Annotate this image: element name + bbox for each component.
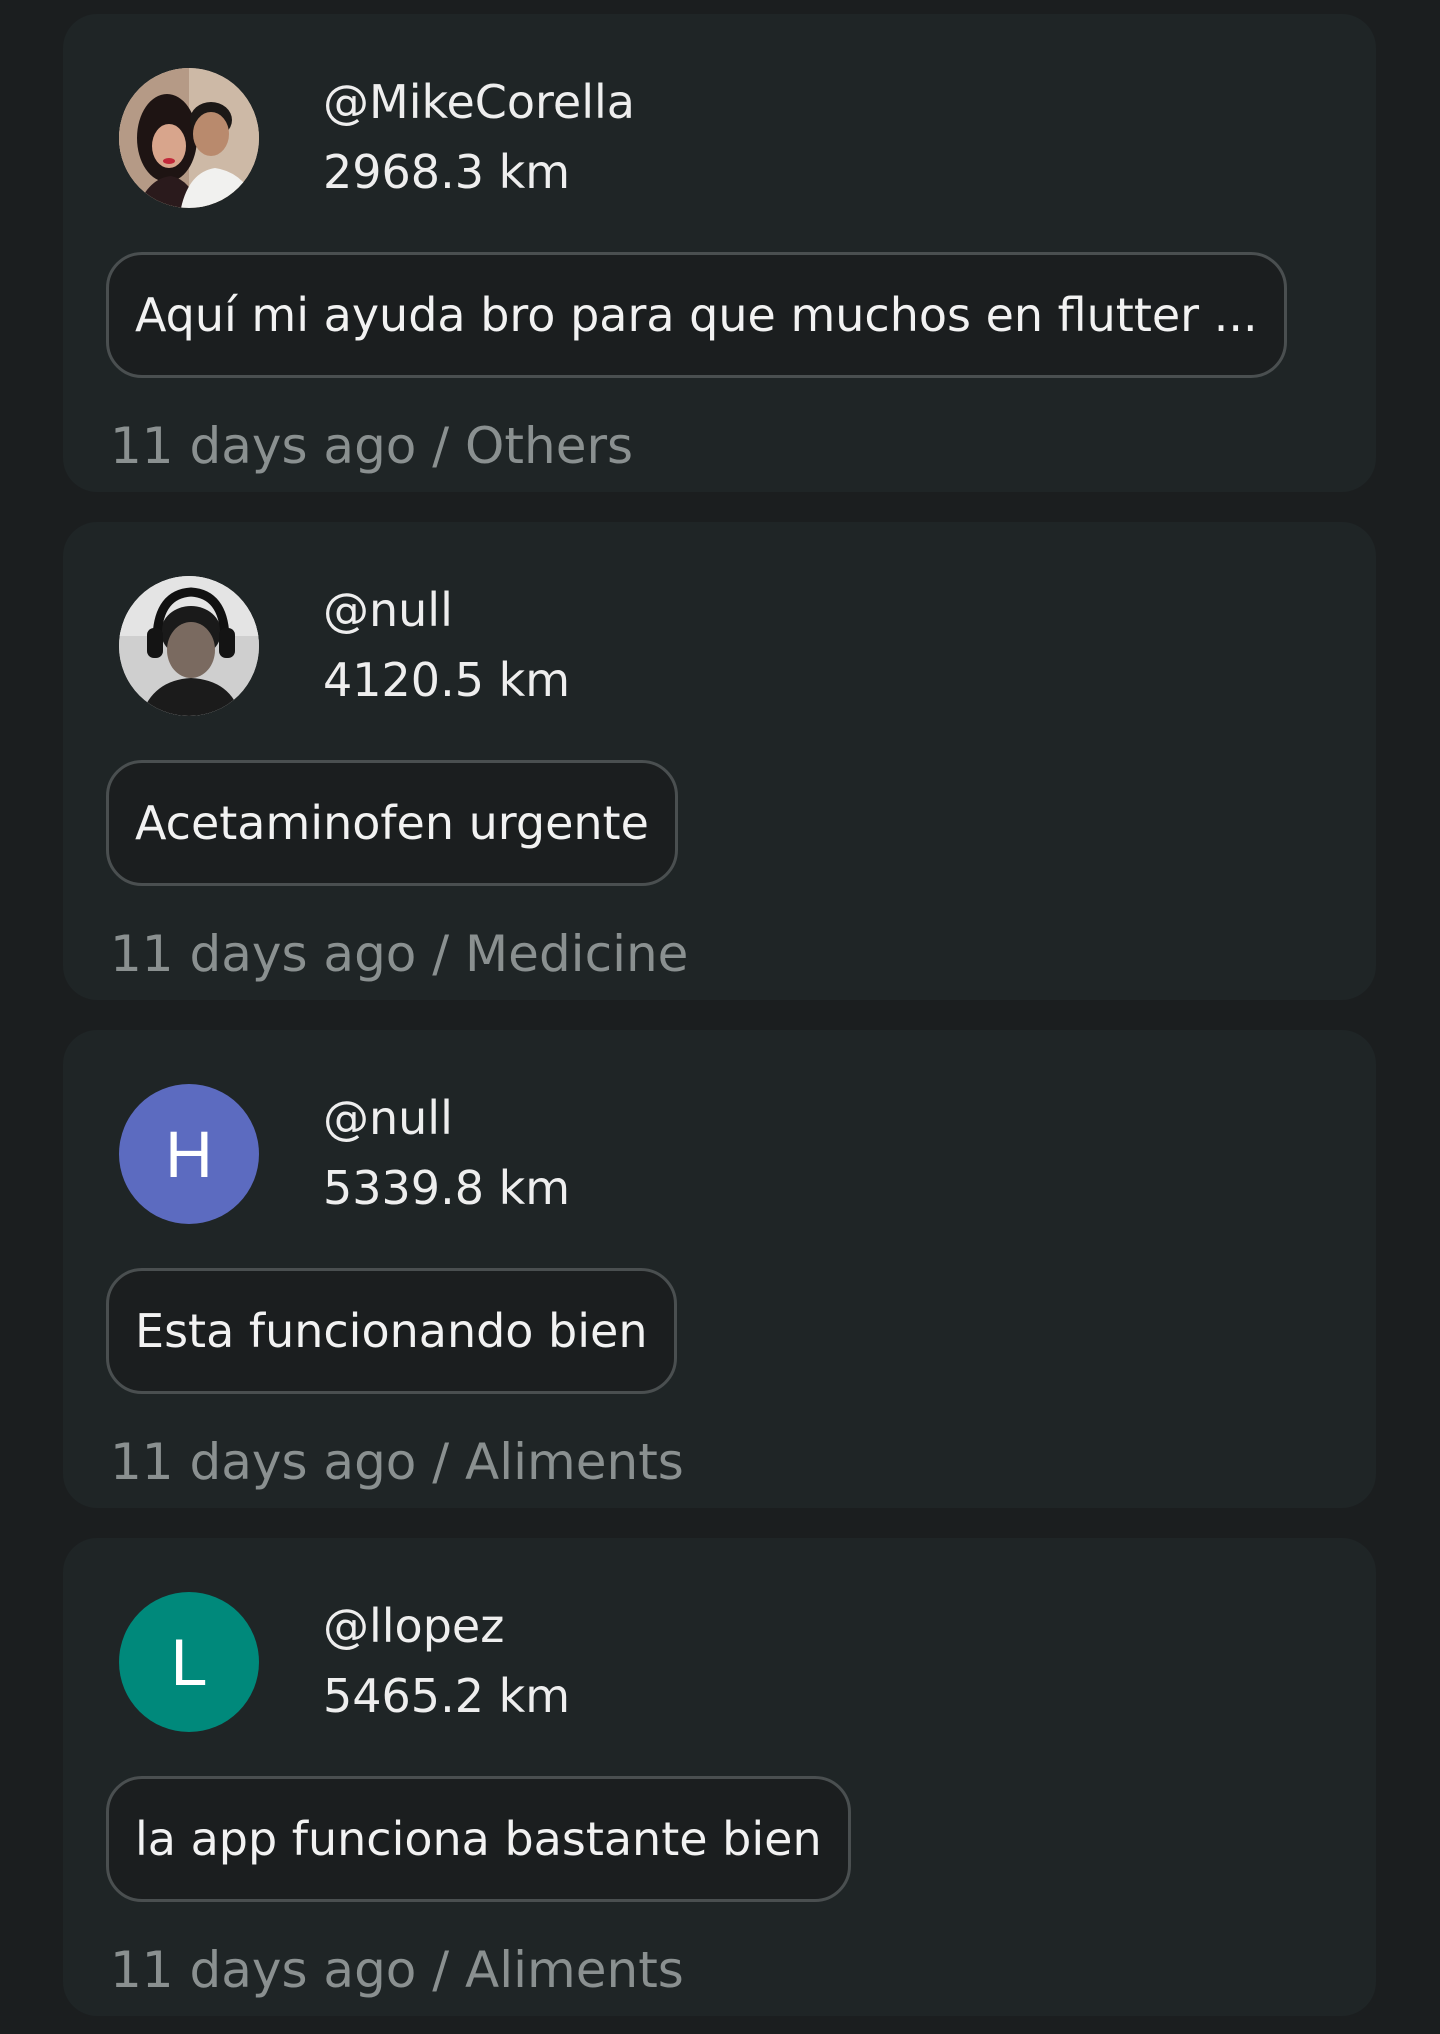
message-text: Acetaminofen urgente [135,796,649,850]
message-bubble[interactable]: la app funciona bastante bien [106,1776,851,1902]
distance-label: 5465.2 km [323,1669,571,1723]
post-card[interactable]: @MikeCorella 2968.3 km Aquí mi ayuda bro… [63,14,1376,492]
category-label: Aliments [465,1941,684,1999]
user-avatar[interactable]: L [119,1592,259,1732]
message-text: Esta funcionando bien [135,1304,648,1358]
category-label: Aliments [465,1433,684,1491]
username[interactable]: @null [323,1090,453,1146]
meta-separator: / [416,1433,466,1491]
category-label: Others [465,417,634,475]
time-ago: 11 days ago [110,1433,417,1491]
message-bubble[interactable]: Acetaminofen urgente [106,760,678,886]
category-label: Medicine [465,925,689,983]
avatar-initial: L [170,1625,208,1699]
distance-label: 5339.8 km [323,1161,571,1215]
post-meta: 11 days ago / Aliments [110,1432,684,1492]
time-ago: 11 days ago [110,417,417,475]
post-meta: 11 days ago / Medicine [110,924,688,984]
posts-feed: @MikeCorella 2968.3 km Aquí mi ayuda bro… [0,0,1440,2034]
user-avatar[interactable] [119,68,259,208]
headphones-man-photo-avatar-icon [119,576,259,716]
user-avatar[interactable] [119,576,259,716]
username[interactable]: @null [323,582,453,638]
meta-separator: / [416,1941,466,1999]
message-bubble[interactable]: Aquí mi ayuda bro para que muchos en flu… [106,252,1287,378]
post-card[interactable]: L @llopez 5465.2 km la app funciona bast… [63,1538,1376,2016]
post-card[interactable]: @null 4120.5 km Acetaminofen urgente 11 … [63,522,1376,1000]
username[interactable]: @MikeCorella [323,74,635,130]
time-ago: 11 days ago [110,1941,417,1999]
post-meta: 11 days ago / Others [110,416,633,476]
message-text: Aquí mi ayuda bro para que muchos en flu… [135,288,1258,342]
avatar-initial: H [165,1117,213,1191]
meta-separator: / [416,417,466,475]
couple-photo-avatar-icon [119,68,259,208]
post-meta: 11 days ago / Aliments [110,1940,684,2000]
message-bubble[interactable]: Esta funcionando bien [106,1268,677,1394]
distance-label: 2968.3 km [323,145,571,199]
username[interactable]: @llopez [323,1598,504,1654]
message-text: la app funciona bastante bien [135,1812,822,1866]
meta-separator: / [416,925,466,983]
user-avatar[interactable]: H [119,1084,259,1224]
post-card[interactable]: H @null 5339.8 km Esta funcionando bien … [63,1030,1376,1508]
time-ago: 11 days ago [110,925,417,983]
distance-label: 4120.5 km [323,653,571,707]
